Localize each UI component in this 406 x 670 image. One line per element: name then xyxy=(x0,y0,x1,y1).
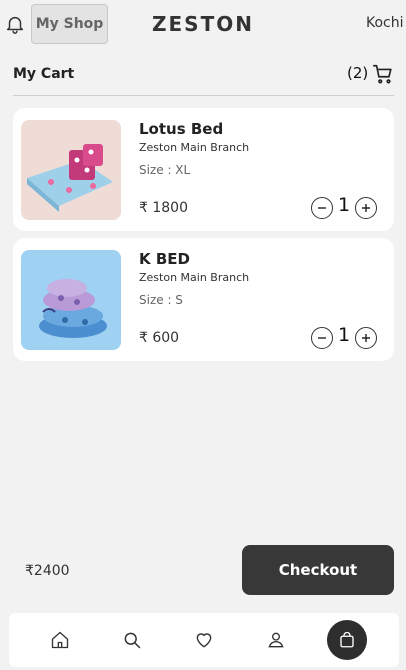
bottom-nav xyxy=(9,613,399,667)
cart-count: (2) xyxy=(347,64,369,82)
minus-icon xyxy=(318,337,326,339)
decrease-quantity-button[interactable] xyxy=(311,197,333,219)
my-shop-button[interactable]: My Shop xyxy=(31,4,108,44)
page-title: My Cart xyxy=(13,66,75,82)
product-name[interactable]: Lotus Bed xyxy=(139,120,223,138)
product-image[interactable] xyxy=(21,120,121,220)
top-bar: My Shop ZESTON Kochi xyxy=(0,0,406,48)
product-branch: Zeston Main Branch xyxy=(139,141,250,154)
brand-logo: ZESTON xyxy=(152,12,254,36)
product-name[interactable]: K BED xyxy=(139,250,190,268)
user-icon xyxy=(268,632,284,648)
product-size: Size : XL xyxy=(139,163,191,177)
heart-icon xyxy=(196,633,212,648)
product-size: Size : S xyxy=(139,293,183,307)
increase-quantity-button[interactable] xyxy=(355,197,377,219)
nav-cart[interactable] xyxy=(327,620,367,660)
cart-item: Lotus Bed Zeston Main Branch Size : XL ₹… xyxy=(13,108,394,231)
product-price: ₹ 600 xyxy=(139,330,180,346)
bell-icon[interactable] xyxy=(4,13,26,35)
cart-header: My Cart (2) xyxy=(13,60,394,96)
cart-total: ₹2400 xyxy=(25,563,70,579)
product-image[interactable] xyxy=(21,250,121,350)
increase-quantity-button[interactable] xyxy=(355,327,377,349)
plus-icon xyxy=(362,334,370,342)
nav-home[interactable] xyxy=(33,613,87,667)
cart-item: K BED Zeston Main Branch Size : S ₹ 600 … xyxy=(13,238,394,361)
quantity-value: 1 xyxy=(337,324,351,346)
nav-wishlist[interactable] xyxy=(177,613,231,667)
search-icon xyxy=(124,632,141,649)
shopping-cart-icon[interactable] xyxy=(372,63,394,85)
nav-profile[interactable] xyxy=(249,613,303,667)
checkout-button[interactable]: Checkout xyxy=(242,545,394,595)
decrease-quantity-button[interactable] xyxy=(311,327,333,349)
home-icon xyxy=(51,631,69,649)
location-label[interactable]: Kochi xyxy=(366,15,404,31)
plus-icon xyxy=(362,204,370,212)
product-price: ₹ 1800 xyxy=(139,200,188,216)
nav-search[interactable] xyxy=(105,613,159,667)
product-branch: Zeston Main Branch xyxy=(139,271,250,284)
shopping-bag-icon xyxy=(340,631,354,648)
quantity-value: 1 xyxy=(337,194,351,216)
minus-icon xyxy=(318,207,326,209)
